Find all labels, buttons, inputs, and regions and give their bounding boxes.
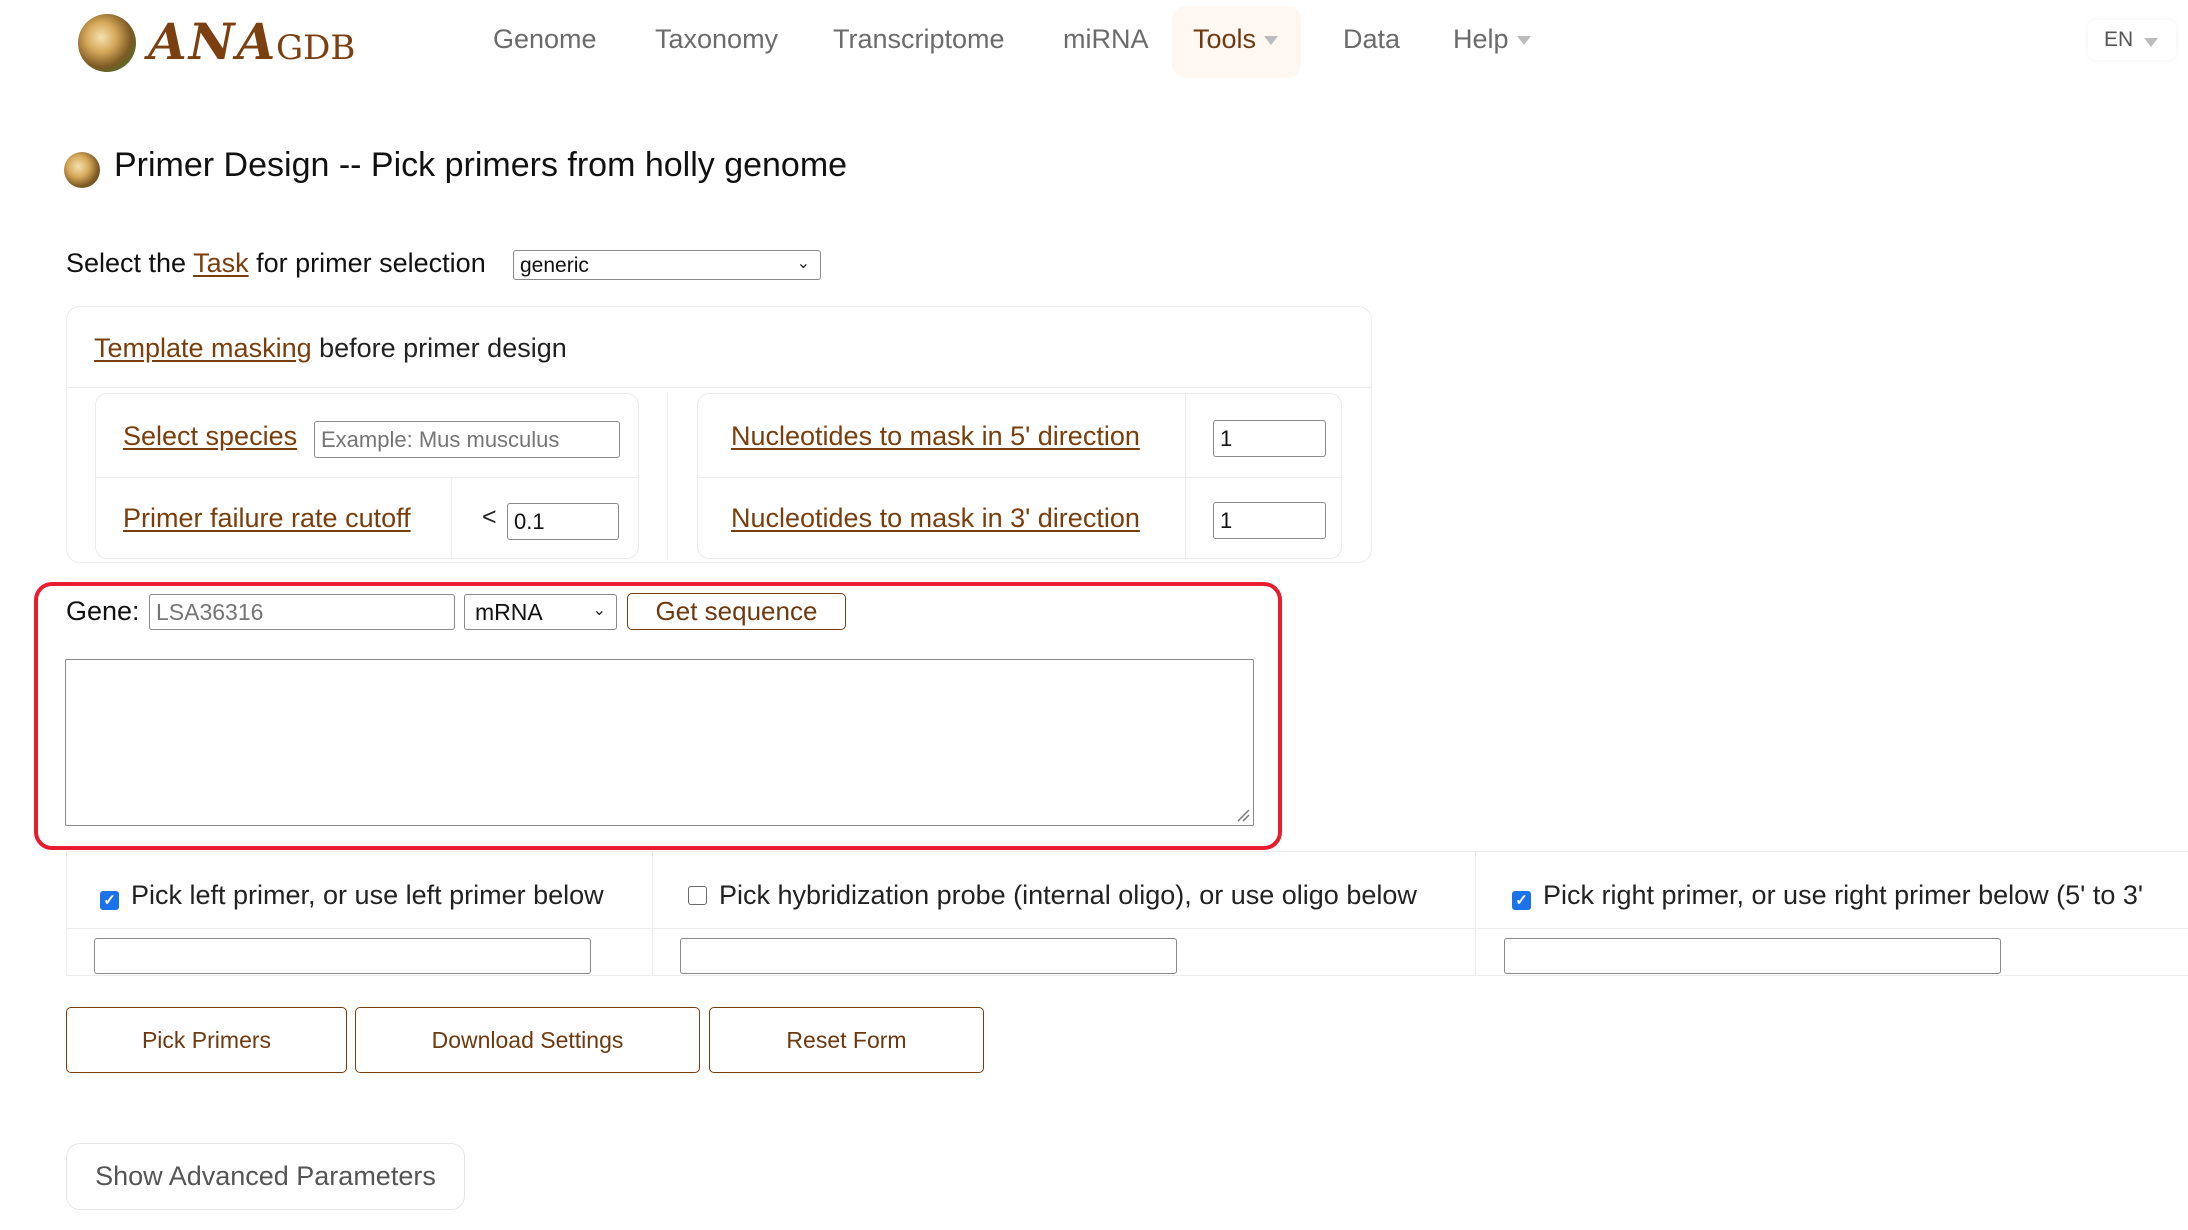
nav-label: miRNA	[1063, 24, 1149, 54]
nav-taxonomy[interactable]: Taxonomy	[655, 24, 778, 55]
sequence-type-select[interactable]: mRNA ⌄	[464, 594, 617, 630]
select-species-link[interactable]: Select species	[123, 421, 297, 452]
caret-down-icon	[1264, 36, 1279, 46]
table-border	[66, 928, 2188, 929]
logo-text[interactable]: ANA	[148, 12, 277, 71]
template-masking-link[interactable]: Template masking	[94, 333, 312, 363]
reset-form-button[interactable]: Reset Form	[709, 1007, 984, 1073]
nav-label: Help	[1453, 24, 1509, 54]
nav-tools[interactable]: Tools	[1193, 24, 1279, 55]
col-divider	[652, 852, 653, 975]
resize-handle-icon[interactable]	[1236, 808, 1250, 822]
col-divider	[1475, 852, 1476, 975]
sequence-textarea[interactable]	[65, 659, 1254, 826]
nav-label: Genome	[493, 24, 597, 54]
table-border	[66, 852, 67, 975]
panel-divider	[67, 387, 1371, 388]
nav-label: Transcriptome	[833, 24, 1005, 54]
less-than-label: <	[482, 503, 497, 531]
table-border	[66, 975, 2188, 976]
task-select[interactable]: generic ⌄	[513, 250, 821, 280]
task-select-value: generic	[520, 254, 589, 277]
probe-label: Pick hybridization probe (internal oligo…	[719, 880, 1417, 910]
page-title: Primer Design -- Pick primers from holly…	[114, 146, 848, 184]
probe-input[interactable]	[680, 938, 1177, 974]
left-primer-checkbox[interactable]: ✓	[100, 891, 119, 910]
mask-5prime-link[interactable]: Nucleotides to mask in 5' direction	[731, 421, 1140, 452]
nav-label: Taxonomy	[655, 24, 779, 54]
download-settings-button[interactable]: Download Settings	[355, 1007, 700, 1073]
col-divider	[667, 392, 668, 560]
title-logo-icon	[64, 152, 100, 188]
left-primer-input[interactable]	[94, 938, 591, 974]
pick-left-primer-option[interactable]: ✓ Pick left primer, or use left primer be…	[100, 880, 604, 911]
primer-failure-rate-link[interactable]: Primer failure rate cutoff	[123, 503, 411, 534]
mask-3prime-link[interactable]: Nucleotides to mask in 3' direction	[731, 503, 1140, 534]
nav-mirna[interactable]: miRNA	[1063, 24, 1149, 55]
nav-transcriptome[interactable]: Transcriptome	[833, 24, 1005, 55]
pick-primers-button[interactable]: Pick Primers	[66, 1007, 347, 1073]
masking-header: Template masking before primer design	[94, 333, 567, 364]
gene-label: Gene:	[66, 596, 140, 626]
masking-header-suffix: before primer design	[311, 333, 567, 363]
language-selector[interactable]: EN	[2088, 20, 2176, 60]
right-primer-label: Pick right primer, or use right primer b…	[1543, 880, 2144, 910]
mask-3prime-input[interactable]	[1213, 502, 1326, 539]
right-primer-input[interactable]	[1504, 938, 2001, 974]
left-primer-label: Pick left primer, or use left primer bel…	[131, 880, 604, 910]
species-input[interactable]	[314, 421, 620, 458]
get-sequence-button[interactable]: Get sequence	[627, 593, 846, 630]
task-help-link[interactable]: Task	[193, 248, 249, 278]
col-divider	[1185, 394, 1186, 558]
pick-right-primer-option[interactable]: ✓ Pick right primer, or use right primer …	[1512, 880, 2143, 911]
probe-checkbox[interactable]	[688, 886, 707, 905]
logo-subtext[interactable]: GDB	[276, 28, 355, 68]
nav-label: Data	[1343, 24, 1401, 54]
gene-id-input[interactable]	[149, 594, 455, 630]
row-divider	[96, 477, 638, 478]
chevron-down-icon: ⌄	[796, 255, 810, 272]
show-advanced-parameters-button[interactable]: Show Advanced Parameters	[66, 1143, 465, 1210]
col-divider	[451, 478, 452, 558]
nav-label: Tools	[1193, 24, 1257, 54]
task-prefix: Select the	[66, 248, 194, 278]
nav-data[interactable]: Data	[1343, 24, 1400, 55]
nav-help[interactable]: Help	[1453, 24, 1531, 55]
caret-down-icon	[1516, 36, 1531, 46]
language-label: EN	[2104, 28, 2134, 51]
mask-5prime-input[interactable]	[1213, 420, 1326, 457]
pick-probe-option[interactable]: Pick hybridization probe (internal oligo…	[688, 880, 1417, 911]
right-primer-checkbox[interactable]: ✓	[1512, 891, 1531, 910]
failure-rate-input[interactable]	[507, 503, 619, 540]
sequence-type-value: mRNA	[475, 599, 543, 625]
table-border	[66, 851, 2188, 852]
row-divider	[698, 477, 1341, 478]
nav-genome[interactable]: Genome	[493, 24, 597, 55]
task-row: Select the Task for primer selection	[66, 248, 486, 279]
caret-down-icon	[2144, 38, 2158, 47]
task-suffix: for primer selection	[248, 248, 486, 278]
chevron-down-icon: ⌄	[592, 602, 606, 619]
logo-icon[interactable]	[78, 14, 136, 72]
